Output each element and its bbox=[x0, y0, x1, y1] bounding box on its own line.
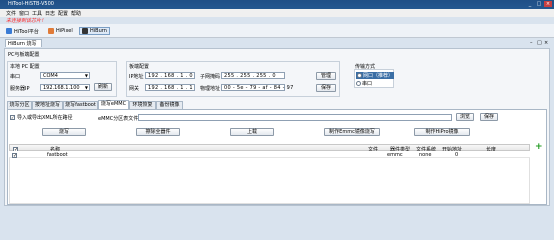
make-emmc-image-button[interactable]: 制作Emmc镜像烧写 bbox=[324, 128, 380, 136]
transfer-network-option[interactable]: • 网口（推荐） bbox=[356, 72, 395, 79]
server-ip-select[interactable]: 192.168.1.100 ▼ bbox=[40, 84, 90, 91]
refresh-button[interactable]: 刷新 bbox=[94, 83, 112, 91]
transfer-serial-label: 串口 bbox=[362, 81, 373, 87]
server-ip-label: 服务器IP bbox=[10, 86, 30, 92]
hiburn-label: HiBurn bbox=[90, 28, 107, 34]
mdi-minimize-button[interactable]: – bbox=[530, 40, 533, 46]
add-row-icon[interactable]: + bbox=[535, 143, 543, 152]
menu-config[interactable]: 配置 bbox=[58, 10, 68, 17]
hipixel-button[interactable]: HiPixel bbox=[48, 27, 73, 35]
tab-emmc-burn[interactable]: 烧写eMMC bbox=[98, 100, 129, 109]
tab-address-burn[interactable]: 按地址烧写 bbox=[32, 101, 63, 109]
menu-bar: 文件 窗口 工具 日志 配置 帮助 bbox=[0, 9, 554, 17]
title-bar: HiTool-HiSTB-V500 _ □ × bbox=[0, 0, 554, 9]
transfer-serial-option[interactable]: 串口 bbox=[356, 80, 372, 87]
ip-address-field[interactable]: 192 . 168 . 1 . 0 bbox=[145, 72, 195, 79]
make-hipro-image-button[interactable]: 制作HiPro镜像 bbox=[414, 128, 470, 136]
chevron-down-icon: ▼ bbox=[84, 73, 88, 78]
board-config-title: 板端配置 bbox=[129, 64, 150, 70]
port-value: COM4 bbox=[43, 73, 58, 79]
menu-log[interactable]: 日志 bbox=[45, 10, 55, 17]
hitool-label: HiTool平台 bbox=[14, 28, 39, 35]
local-pc-title: 本地 PC 配置 bbox=[10, 64, 40, 70]
partition-table-header: ✓ 名称 文件 器件类型 文件系统 开始地址 长度 bbox=[9, 144, 530, 153]
hipixel-label: HiPixel bbox=[56, 28, 73, 34]
pixel-icon bbox=[48, 28, 54, 34]
ip-label: IP地址 bbox=[129, 74, 144, 80]
browse-button[interactable]: 浏览 bbox=[456, 113, 474, 121]
menu-file[interactable]: 文件 bbox=[6, 10, 16, 17]
home-icon bbox=[6, 28, 12, 34]
burn-icon bbox=[82, 28, 88, 34]
maximize-button[interactable]: □ bbox=[535, 1, 543, 7]
connection-status: 未连接到该芯片！ bbox=[6, 18, 47, 24]
tab-env-restore[interactable]: 环境恢复 bbox=[129, 101, 156, 109]
burn-button[interactable]: 烧写 bbox=[42, 128, 86, 136]
port-label: 串口 bbox=[10, 74, 21, 80]
radio-icon bbox=[356, 81, 361, 86]
partition-table-body bbox=[9, 158, 530, 204]
hiburn-button[interactable]: HiBurn bbox=[79, 27, 110, 35]
port-select[interactable]: COM4 ▼ bbox=[40, 72, 90, 79]
save-config-button[interactable]: 保存 bbox=[316, 84, 336, 92]
manage-button[interactable]: 管理 bbox=[316, 72, 336, 80]
mdi-close-button[interactable]: × bbox=[544, 40, 548, 46]
mac-address-label: 物理地址 bbox=[200, 86, 221, 92]
pc-group-title: PC与板端配置 bbox=[8, 52, 40, 58]
radio-selected-icon: • bbox=[357, 73, 362, 78]
gateway-field[interactable]: 192 . 168 . 1 . 1 bbox=[145, 84, 195, 91]
gateway-label: 网关 bbox=[129, 86, 140, 92]
hitool-button[interactable]: HiTool平台 bbox=[6, 27, 39, 35]
menu-help[interactable]: 帮助 bbox=[71, 10, 81, 17]
menu-tools[interactable]: 工具 bbox=[32, 10, 42, 17]
tab-partition-burn[interactable]: 烧写分区 bbox=[7, 101, 32, 109]
table-row[interactable]: ✓ fastboot emmc none 0 bbox=[9, 151, 530, 159]
mac-address-field[interactable]: 00 - 5e - 79 - af - 84 - 97 bbox=[221, 84, 293, 91]
subnet-mask-field[interactable]: 255 . 255 . 255 . 0 bbox=[221, 72, 285, 79]
mdi-maximize-button[interactable]: □ bbox=[537, 40, 542, 46]
save-xml-button[interactable]: 保存 bbox=[480, 113, 498, 121]
chevron-down-icon: ▼ bbox=[84, 85, 88, 90]
window-title: HiTool-HiSTB-V500 bbox=[8, 1, 54, 7]
checkbox-checked-icon: ✓ bbox=[10, 115, 15, 120]
emmc-partition-file-field[interactable] bbox=[138, 114, 452, 121]
tab-fastboot-burn[interactable]: 烧写fastboot bbox=[63, 101, 98, 109]
function-tabs: 烧写分区 按地址烧写 烧写fastboot 烧写eMMC 环境恢复 备份镜像 bbox=[7, 100, 547, 109]
upload-button[interactable]: 上载 bbox=[230, 128, 274, 136]
subnet-mask-label: 子网掩码 bbox=[200, 74, 221, 80]
board-config-group bbox=[126, 61, 340, 97]
server-ip-value: 192.168.1.100 bbox=[43, 85, 80, 91]
xml-path-label: 导入或导出XML所在路径 bbox=[17, 115, 73, 121]
menu-window[interactable]: 窗口 bbox=[19, 10, 29, 17]
tab-hiburn[interactable]: HiBurn 烧写 bbox=[5, 39, 42, 47]
tab-backup-image[interactable]: 备份镜像 bbox=[156, 101, 183, 109]
tab-hiburn-label: HiBurn 烧写 bbox=[8, 41, 37, 47]
transfer-network-label: 网口（推荐） bbox=[363, 73, 394, 79]
xml-path-checkbox[interactable]: ✓ 导入或导出XML所在路径 bbox=[10, 114, 73, 121]
emmc-partition-file-label: eMMC分区表文件 bbox=[98, 116, 139, 122]
erase-all-button[interactable]: 擦除全器件 bbox=[136, 128, 180, 136]
minimize-button[interactable]: _ bbox=[526, 1, 534, 7]
close-button[interactable]: × bbox=[544, 1, 552, 7]
